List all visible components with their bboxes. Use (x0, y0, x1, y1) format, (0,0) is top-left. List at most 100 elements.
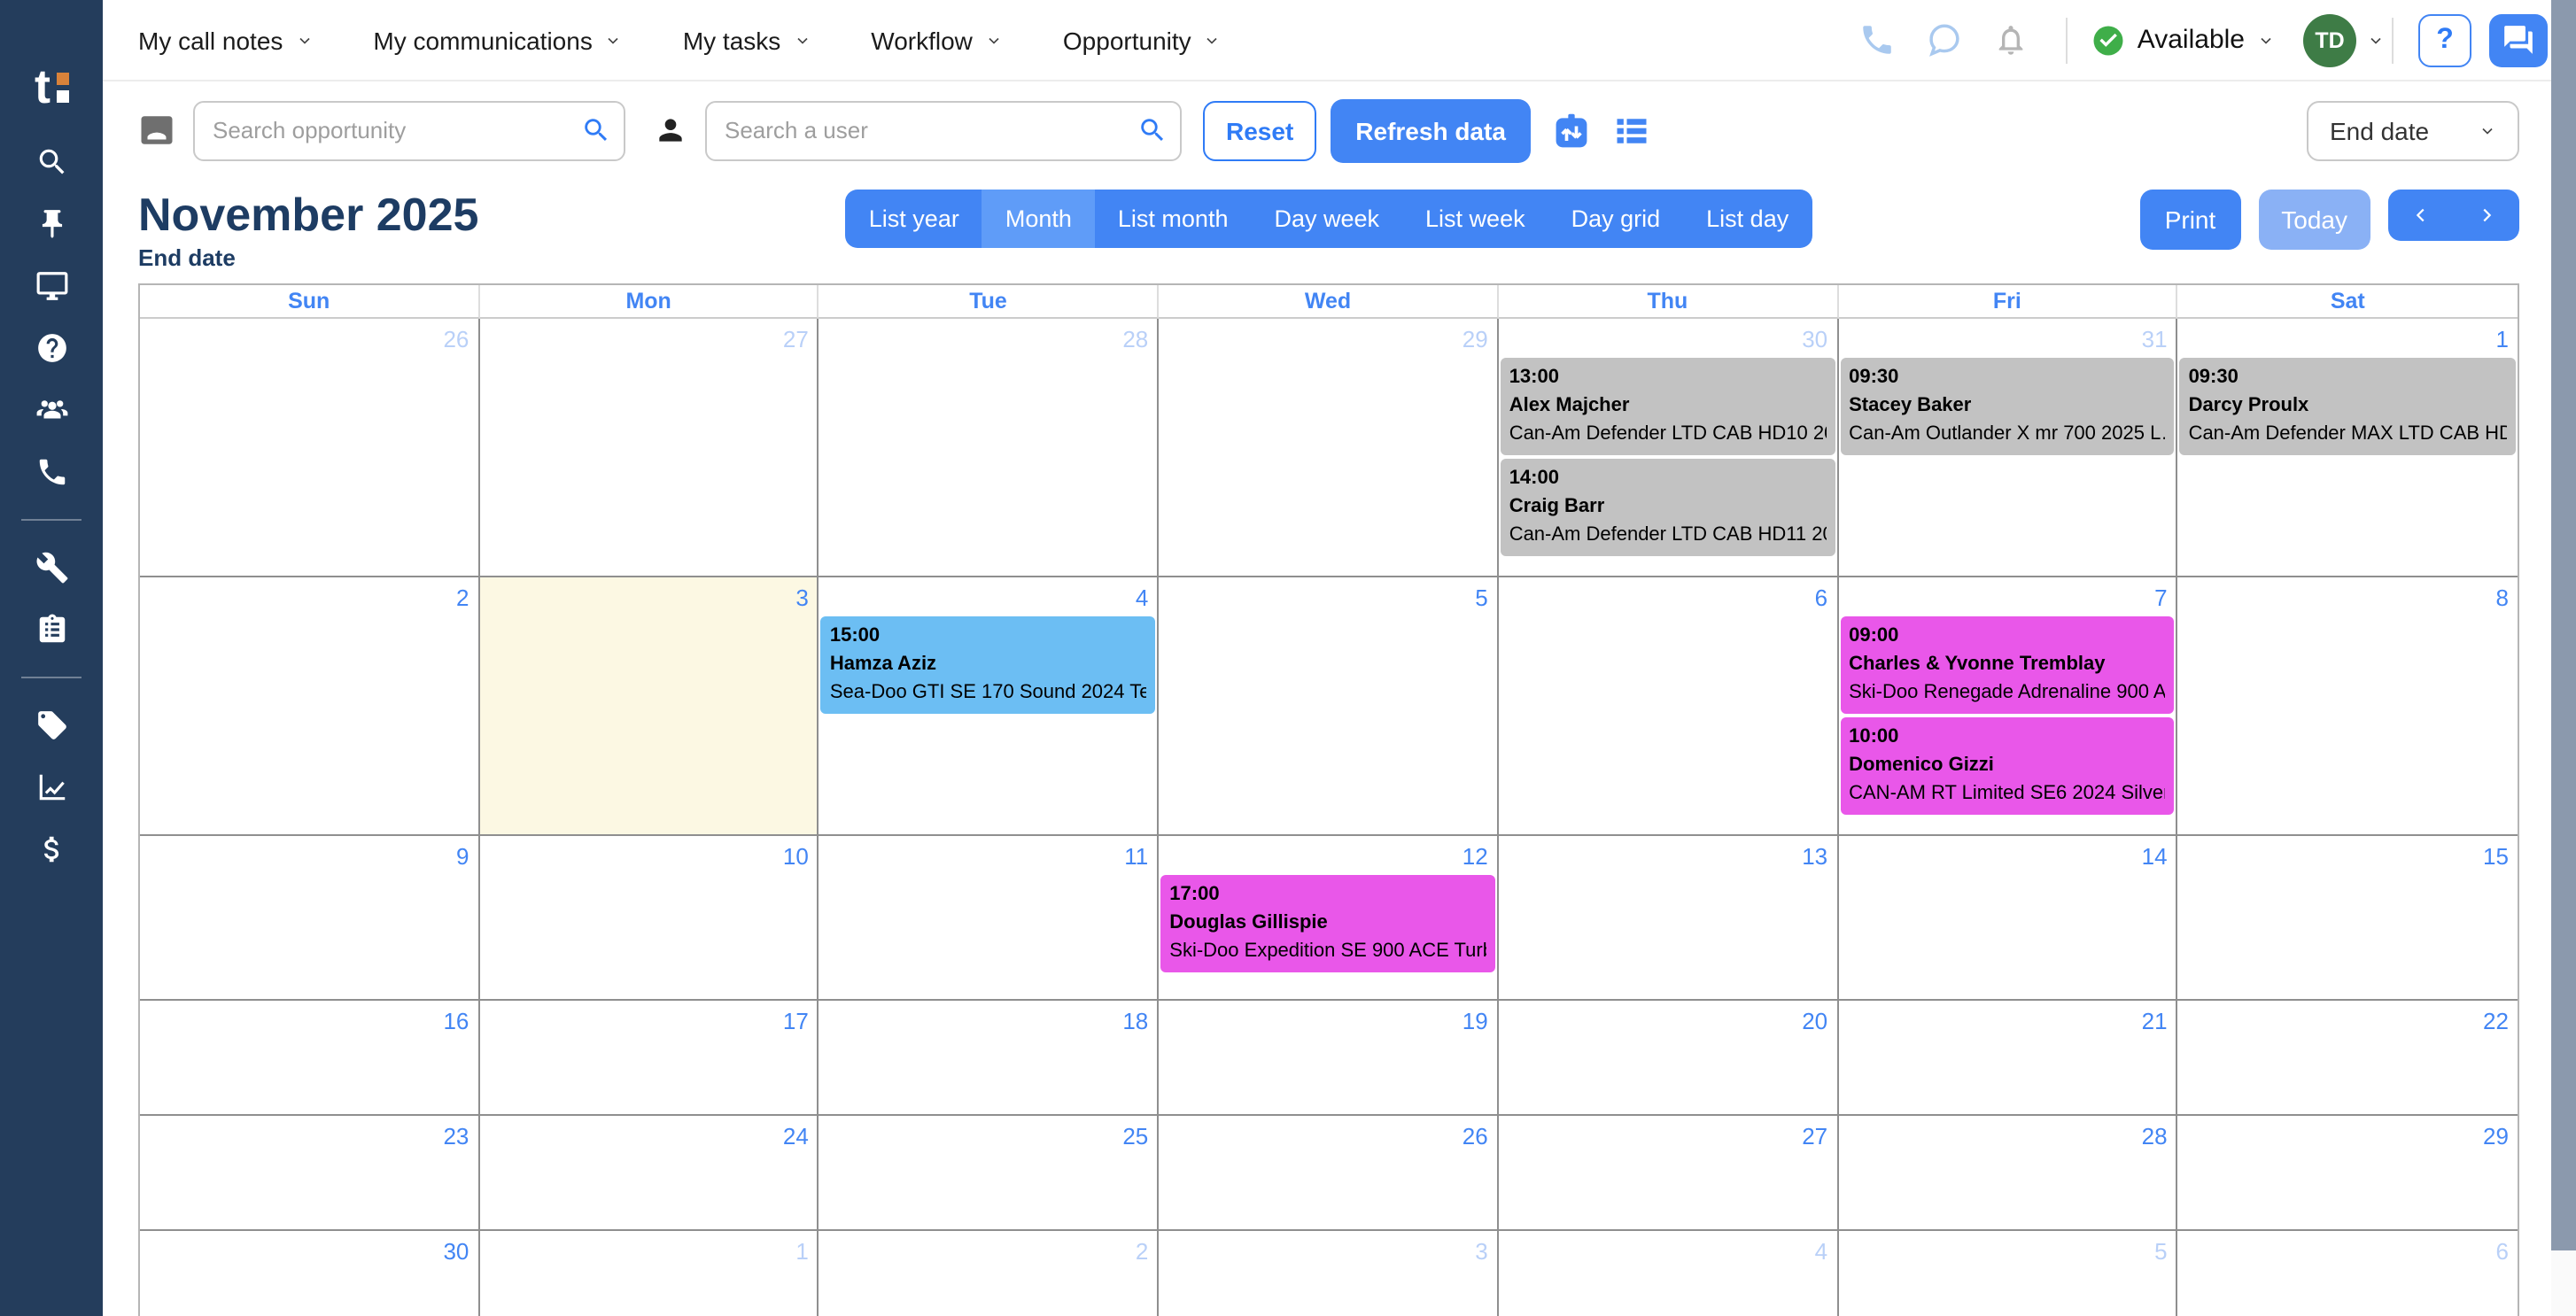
menu-my-tasks[interactable]: My tasks (683, 26, 811, 54)
day-cell[interactable]: 26 (1159, 1116, 1498, 1231)
menu-my-communications[interactable]: My communications (373, 26, 622, 54)
day-cell[interactable]: 22 (2178, 1001, 2518, 1116)
view-button-month[interactable]: Month (982, 190, 1095, 248)
app-logo[interactable]: t (35, 0, 68, 106)
sidebar-item-customers[interactable] (0, 379, 103, 441)
menu-my-call-notes[interactable]: My call notes (138, 26, 313, 54)
day-cell[interactable]: 3109:30Stacey BakerCan-Am Outlander X mr… (1838, 319, 2177, 577)
day-cell[interactable]: 16 (140, 1001, 479, 1116)
sidebar-item-pinned[interactable] (0, 193, 103, 255)
day-cell[interactable]: 26 (140, 319, 479, 577)
day-cell[interactable]: 109:30Darcy ProulxCan-Am Defender MAX LT… (2178, 319, 2518, 577)
sidebar-item-help[interactable] (0, 317, 103, 379)
search-user-input[interactable] (705, 100, 1182, 160)
day-cell[interactable]: 2 (819, 1231, 1159, 1316)
user-menu[interactable]: TD (2303, 13, 2385, 66)
sidebar-item-sales[interactable] (0, 818, 103, 880)
day-cell[interactable]: 415:00Hamza AzizSea-Doo GTI SE 170 Sound… (819, 577, 1159, 836)
view-button-day-grid[interactable]: Day grid (1548, 190, 1684, 248)
chat-button[interactable] (1927, 21, 1964, 58)
availability-selector[interactable]: Available (2093, 24, 2275, 56)
view-button-list-day[interactable]: List day (1683, 190, 1812, 248)
day-cell[interactable]: 17 (479, 1001, 819, 1116)
calendar-event[interactable]: 17:00Douglas GillispieSki-Doo Expedition… (1160, 875, 1494, 972)
day-cell[interactable]: 5 (1838, 1231, 2177, 1316)
day-cell[interactable]: 27 (479, 319, 819, 577)
scrollbar-thumb[interactable] (2551, 0, 2576, 1250)
today-button[interactable]: Today (2258, 190, 2370, 250)
day-number: 17 (479, 1001, 817, 1038)
end-date-dropdown[interactable]: End date (2307, 100, 2519, 160)
menu-workflow[interactable]: Workflow (871, 26, 1003, 54)
calendar-event[interactable]: 13:00Alex MajcherCan-Am Defender LTD CAB… (1501, 358, 1835, 455)
vertical-scrollbar[interactable] (2551, 0, 2576, 1316)
menu-opportunity[interactable]: Opportunity (1063, 26, 1222, 54)
sidebar-item-calls[interactable] (0, 441, 103, 503)
sidebar-item-search[interactable] (0, 131, 103, 193)
day-cell[interactable]: 28 (819, 319, 1159, 577)
notifications-button[interactable] (1994, 21, 2029, 58)
sidebar-item-pricing[interactable] (0, 694, 103, 756)
import-export-button[interactable] (1552, 111, 1591, 150)
calendar-nav-controls: Print Today (1970, 190, 2519, 250)
reset-button[interactable]: Reset (1203, 100, 1316, 160)
day-cell[interactable]: 10 (479, 836, 819, 1001)
day-cell[interactable]: 20 (1499, 1001, 1838, 1116)
day-cell[interactable]: 9 (140, 836, 479, 1001)
day-cell[interactable]: 3 (479, 577, 819, 836)
search-opportunity-input[interactable] (193, 100, 625, 160)
calendar-event[interactable]: 10:00Domenico GizziCAN-AM RT Limited SE6… (1840, 717, 2174, 815)
day-cell[interactable]: 30 (140, 1231, 479, 1316)
next-month-button[interactable] (2454, 190, 2519, 241)
calendar-event[interactable]: 14:00Craig BarrCan-Am Defender LTD CAB H… (1501, 459, 1835, 556)
day-cell[interactable]: 29 (1159, 319, 1498, 577)
day-cell[interactable]: 8 (2178, 577, 2518, 836)
day-cell[interactable]: 3013:00Alex MajcherCan-Am Defender LTD C… (1499, 319, 1838, 577)
phone-button[interactable] (1859, 21, 1897, 58)
day-cell[interactable]: 21 (1838, 1001, 2177, 1116)
day-cell[interactable]: 709:00Charles & Yvonne TremblaySki-Doo R… (1838, 577, 2177, 836)
day-cell[interactable]: 29 (2178, 1116, 2518, 1231)
event-vehicle: Can-Am Defender MAX LTD CAB HD… (2189, 420, 2507, 448)
view-button-list-year[interactable]: List year (846, 190, 982, 248)
help-button[interactable]: ? (2418, 13, 2471, 66)
calendar-event[interactable]: 09:30Stacey BakerCan-Am Outlander X mr 7… (1840, 358, 2174, 455)
day-cell[interactable]: 27 (1499, 1116, 1838, 1231)
day-cell[interactable]: 14 (1838, 836, 2177, 1001)
day-cell[interactable]: 6 (2178, 1231, 2518, 1316)
day-cell[interactable]: 24 (479, 1116, 819, 1231)
day-cell[interactable]: 1 (479, 1231, 819, 1316)
day-cell[interactable]: 11 (819, 836, 1159, 1001)
prev-month-button[interactable] (2388, 190, 2454, 241)
day-cell[interactable]: 25 (819, 1116, 1159, 1231)
day-cell[interactable]: 13 (1499, 836, 1838, 1001)
sidebar-item-reports[interactable] (0, 756, 103, 818)
day-cell[interactable]: 19 (1159, 1001, 1498, 1116)
day-cell[interactable]: 23 (140, 1116, 479, 1231)
sidebar-item-service[interactable] (0, 537, 103, 599)
view-button-list-month[interactable]: List month (1095, 190, 1252, 248)
list-view-button[interactable] (1612, 111, 1651, 150)
messages-button[interactable] (2489, 13, 2548, 66)
day-cell[interactable]: 6 (1499, 577, 1838, 836)
view-button-day-week[interactable]: Day week (1251, 190, 1402, 248)
day-cell[interactable]: 3 (1159, 1231, 1498, 1316)
day-cell[interactable]: 18 (819, 1001, 1159, 1116)
refresh-data-button[interactable]: Refresh data (1331, 98, 1531, 162)
day-cell[interactable]: 4 (1499, 1231, 1838, 1316)
calendar-event[interactable]: 09:00Charles & Yvonne TremblaySki-Doo Re… (1840, 616, 2174, 714)
sidebar-item-tasks[interactable] (0, 599, 103, 661)
day-cell[interactable]: 5 (1159, 577, 1498, 836)
sidebar-item-desking[interactable] (0, 255, 103, 317)
calendar-event[interactable]: 09:30Darcy ProulxCan-Am Defender MAX LTD… (2180, 358, 2516, 455)
day-cell[interactable]: 15 (2178, 836, 2518, 1001)
calendar-week-row: 30123456 (140, 1231, 2518, 1316)
print-button[interactable]: Print (2140, 190, 2241, 250)
view-button-list-week[interactable]: List week (1402, 190, 1548, 248)
chevron-down-icon (2479, 121, 2496, 139)
day-cell[interactable]: 28 (1838, 1116, 2177, 1231)
event-vehicle: Ski-Doo Expedition SE 900 ACE Turb… (1169, 937, 1486, 965)
calendar-event[interactable]: 15:00Hamza AzizSea-Doo GTI SE 170 Sound … (821, 616, 1155, 714)
day-cell[interactable]: 1217:00Douglas GillispieSki-Doo Expediti… (1159, 836, 1498, 1001)
day-cell[interactable]: 2 (140, 577, 479, 836)
